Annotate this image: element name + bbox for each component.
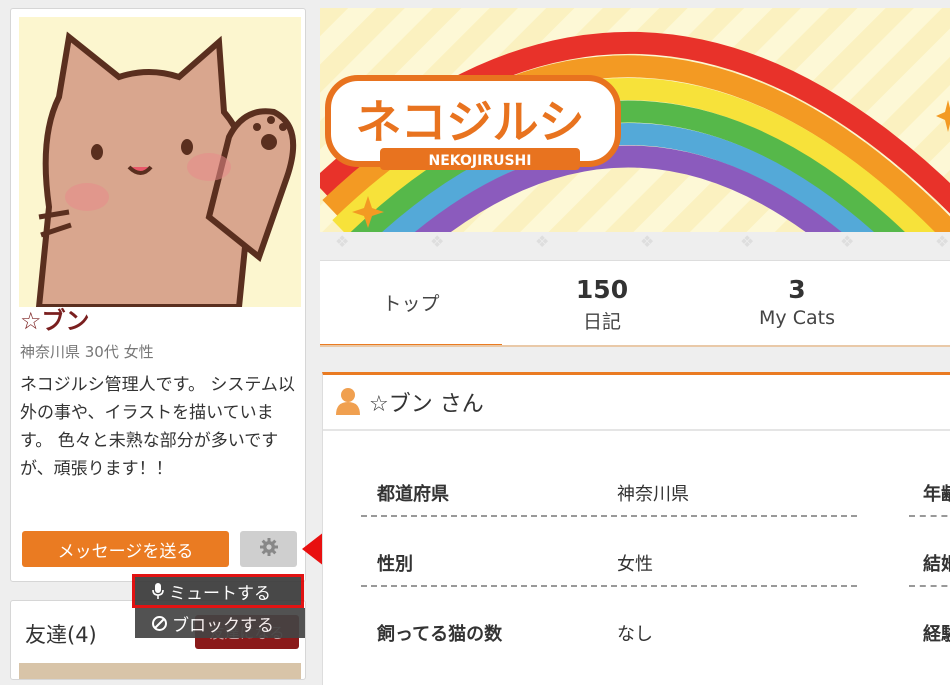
banner-logo-text: ネコジルシ (355, 95, 584, 149)
prefecture-label: 都道府県 (377, 484, 449, 505)
row-divider (909, 515, 950, 517)
diary-count: 150 (575, 275, 629, 304)
mute-label: ミュートする (169, 583, 271, 604)
profile-meta: 神奈川県 30代 女性 (20, 343, 154, 361)
paw-pattern-icon: ❖ (535, 232, 550, 251)
block-label: ブロックする (172, 615, 274, 636)
tabs-divider (320, 345, 950, 347)
settings-button[interactable] (240, 531, 297, 567)
site-banner[interactable]: ネコジルシ NEKOJIRUSHI (320, 8, 950, 232)
profile-detail-panel: ☆ブン さん 都道府県 神奈川県 年齢 性別 女性 結婚 飼ってる猫の数 なし … (322, 372, 950, 685)
settings-dropdown: ミュートする ブロックする (132, 574, 305, 638)
profile-name: ☆ブン (20, 307, 90, 335)
avatar (19, 17, 301, 307)
paw-pattern-icon: ❖ (640, 232, 655, 251)
detail-header: ☆ブン さん (323, 375, 950, 431)
cats-label: My Cats (759, 307, 835, 329)
diary-label: 日記 (582, 311, 621, 333)
prohibited-icon (151, 615, 168, 632)
paw-pattern-icon: ❖ (335, 232, 350, 251)
tab-top[interactable]: トップ (320, 261, 502, 347)
cats-count: 3 (788, 275, 806, 304)
profile-bio: ネコジルシ管理人です。 システム以外の事や、イラストを描いています。 色々と未熟… (20, 375, 295, 479)
mute-menu-item[interactable]: ミュートする (132, 574, 304, 608)
send-message-button[interactable]: メッセージを送る (22, 531, 229, 567)
row-divider (909, 585, 950, 587)
gender-value: 女性 (617, 554, 653, 575)
prefecture-value: 神奈川県 (617, 484, 689, 505)
gender-label: 性別 (377, 554, 413, 575)
tab-diary[interactable]: 150 日記 (502, 261, 702, 347)
tab-top-label: トップ (382, 293, 440, 315)
profile-tabs: トップ 150 日記 3 My Cats (320, 260, 950, 347)
cat-count-label: 飼ってる猫の数 (377, 624, 503, 645)
experience-label: 経験 (923, 624, 950, 645)
paw-pattern-icon: ❖ (840, 232, 855, 251)
microphone-icon (151, 582, 165, 600)
paw-pattern-icon: ❖ (935, 232, 950, 251)
gear-icon (259, 537, 279, 561)
row-divider (361, 515, 857, 517)
friends-title: 友達(4) (25, 623, 97, 647)
block-menu-item[interactable]: ブロックする (135, 608, 305, 638)
person-icon (335, 387, 361, 419)
row-divider (361, 585, 857, 587)
banner-logo-subtext: NEKOJIRUSHI (429, 153, 532, 169)
cat-count-value: なし (617, 624, 653, 645)
marriage-label: 結婚 (923, 554, 950, 575)
paw-pattern-icon: ❖ (430, 232, 445, 251)
tab-my-cats[interactable]: 3 My Cats (702, 261, 892, 347)
detail-title: ☆ブン さん (369, 392, 484, 417)
profile-card: ☆ブン 神奈川県 30代 女性 ネコジルシ管理人です。 システム以外の事や、イラ… (10, 8, 306, 582)
age-label: 年齢 (923, 484, 950, 505)
friend-thumbnails[interactable] (19, 663, 301, 679)
paw-pattern-icon: ❖ (740, 232, 755, 251)
